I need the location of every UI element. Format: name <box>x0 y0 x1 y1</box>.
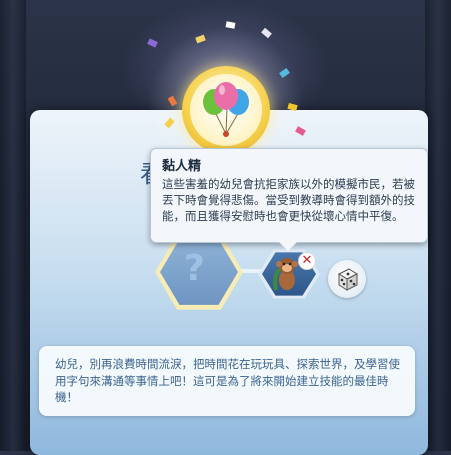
confetti-piece <box>225 21 236 29</box>
tooltip-description: 這些害羞的幼兒會抗拒家族以外的模擬市民，若被丟下時會覺得悲傷。當受到教導時會得到… <box>162 177 415 223</box>
tooltip-pointer <box>279 242 297 251</box>
balloons-icon <box>190 74 262 146</box>
background-pillar-left <box>0 0 26 451</box>
trait-tooltip: 黏人精 這些害羞的幼兒會抗拒家族以外的模擬市民，若被丟下時會覺得悲傷。當受到教導… <box>150 148 428 251</box>
age-description-text: 幼兒，別再浪費時間流淚，把時間花在玩玩具、探索世界，及學習使用字句來溝通等事情上… <box>55 357 400 404</box>
randomize-trait-button[interactable] <box>328 260 366 298</box>
question-mark-icon: ? <box>184 248 205 289</box>
close-icon[interactable]: ✕ <box>298 252 316 270</box>
tooltip-title: 黏人精 <box>162 159 202 174</box>
background-pillar-right <box>425 0 451 451</box>
aspiration-medallion <box>182 66 270 154</box>
dice-icon <box>337 268 359 291</box>
age-description-box: 幼兒，別再浪費時間流淚，把時間花在玩玩具、探索世界，及學習使用字句來溝通等事情上… <box>39 346 415 416</box>
